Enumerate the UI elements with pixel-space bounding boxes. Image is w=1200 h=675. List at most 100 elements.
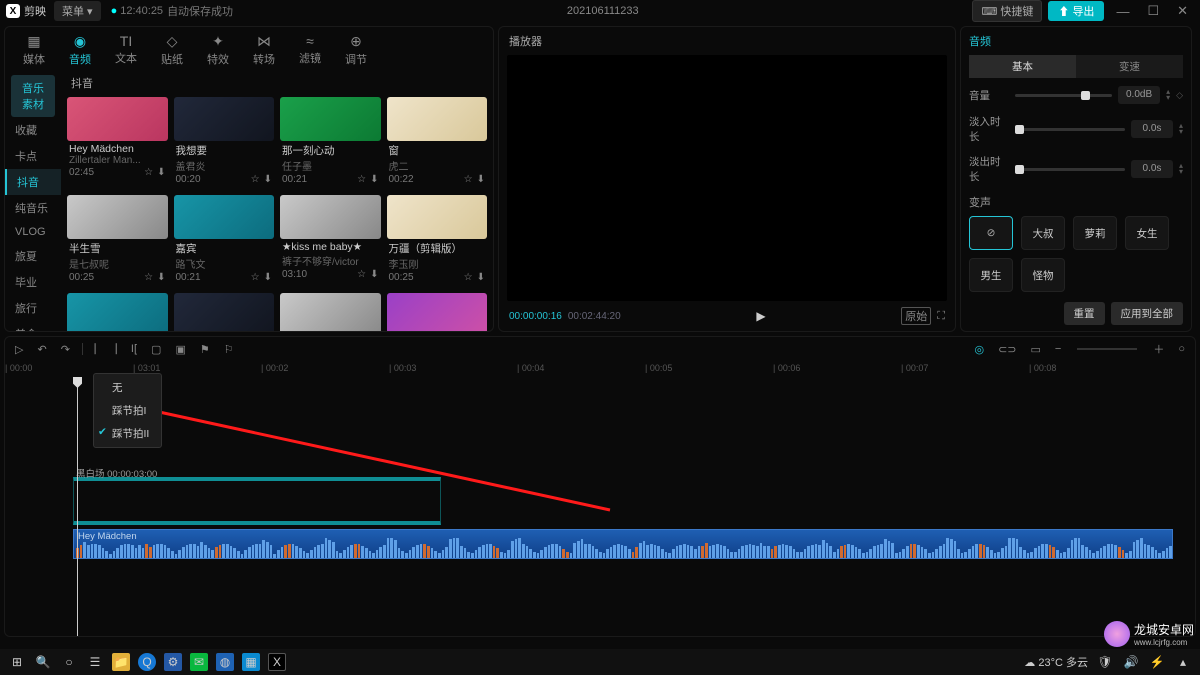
sidebar-item-2[interactable]: 卡点 xyxy=(5,143,61,169)
thumb[interactable] xyxy=(280,97,381,141)
weather-widget[interactable]: ☁ 23°C 多云 xyxy=(1024,654,1088,670)
windows-taskbar[interactable]: ⊞ 🔍 ○ ☰ 📁 Q ⚙ ✉ ◍ ▦ X ☁ 23°C 多云 🛡 🔊 ⚡ ▴ xyxy=(0,649,1200,675)
thumb[interactable] xyxy=(67,293,168,331)
top-tab-0[interactable]: ▦媒体 xyxy=(15,31,53,69)
media-card[interactable]: 银河与星斗（剪...yihuik苡慧00:26☆⬇ xyxy=(67,293,168,331)
fav-icon[interactable]: ☆ xyxy=(357,269,366,280)
snap-icon[interactable]: ◎ xyxy=(972,343,986,356)
browser-icon[interactable]: Q xyxy=(138,653,156,671)
fadeout-slider[interactable] xyxy=(1015,168,1125,171)
media-card[interactable]: 那一刻心动任子墨00:21☆⬇ xyxy=(280,97,381,189)
fav-icon[interactable]: ☆ xyxy=(464,174,473,185)
download-icon[interactable]: ⬇ xyxy=(157,167,165,178)
fadein-stepper[interactable]: ▴▾ xyxy=(1179,123,1183,135)
media-card[interactable]: 窗虎二00:22☆⬇ xyxy=(387,97,488,189)
download-icon[interactable]: ⬇ xyxy=(264,174,272,185)
explorer-icon[interactable]: 📁 xyxy=(112,653,130,671)
sidebar-item-7[interactable]: 毕业 xyxy=(5,269,61,295)
top-tab-3[interactable]: ◇贴纸 xyxy=(153,31,191,69)
thumb[interactable] xyxy=(387,97,488,141)
preview-icon[interactable]: ▭ xyxy=(1029,343,1043,356)
undo-icon[interactable]: ↶ xyxy=(35,343,48,356)
sidebar-item-1[interactable]: 收藏 xyxy=(5,117,61,143)
fadein-slider[interactable] xyxy=(1015,128,1125,131)
voice-chip-1[interactable]: 大叔 xyxy=(1021,216,1065,250)
audio-track[interactable]: Hey Mädchen xyxy=(73,529,1195,559)
close-button[interactable]: ✕ xyxy=(1171,3,1194,19)
timeline-tracks[interactable]: ◉ 无 踩节拍I 踩节拍II 黑白场 00:00:03:00 Hey Mädch… xyxy=(5,365,1195,636)
jianying-icon[interactable]: X xyxy=(268,653,286,671)
top-tab-4[interactable]: ✦特效 xyxy=(199,31,237,69)
volume-keyframe[interactable]: ◇ xyxy=(1176,90,1183,101)
wechat-icon[interactable]: ✉ xyxy=(190,653,208,671)
download-icon[interactable]: ⬇ xyxy=(370,174,378,185)
download-icon[interactable]: ⬇ xyxy=(370,269,378,280)
zoom-slider[interactable] xyxy=(1077,348,1137,350)
voice-chip-0[interactable]: ⊘ xyxy=(969,216,1013,250)
sidebar-item-3[interactable]: 抖音 xyxy=(5,169,61,195)
top-tab-1[interactable]: ◉音频 xyxy=(61,31,99,69)
marker-icon[interactable]: ⚑ xyxy=(198,343,212,356)
playhead[interactable] xyxy=(77,383,78,636)
download-icon[interactable]: ⬇ xyxy=(477,272,485,283)
tray-more-icon[interactable]: ▴ xyxy=(1174,653,1192,671)
top-tab-6[interactable]: ≈滤镜 xyxy=(291,31,329,69)
fadein-value[interactable]: 0.0s xyxy=(1131,120,1173,138)
thumb[interactable] xyxy=(280,195,381,239)
fadeout-stepper[interactable]: ▴▾ xyxy=(1179,163,1183,175)
sidebar-item-0[interactable]: 音乐素材 xyxy=(11,75,55,117)
app1-icon[interactable]: ⚙ xyxy=(164,653,182,671)
maximize-button[interactable]: ☐ xyxy=(1141,3,1165,19)
menu-dropdown[interactable]: 菜单 ▾ xyxy=(54,1,101,21)
fav-icon[interactable]: ☆ xyxy=(251,272,260,283)
taskview-icon[interactable]: ☰ xyxy=(86,653,104,671)
ctx-none[interactable]: 无 xyxy=(94,376,161,399)
media-card[interactable]: 半生雪是七叔呢00:25☆⬇ xyxy=(67,195,168,287)
search-icon[interactable]: 🔍 xyxy=(34,653,52,671)
link-icon[interactable]: ⊂⊃ xyxy=(996,343,1018,356)
thumb[interactable] xyxy=(174,97,275,141)
tab-speed[interactable]: 变速 xyxy=(1076,55,1183,78)
audio-clip[interactable]: Hey Mädchen xyxy=(73,529,1173,559)
ctx-beat2[interactable]: 踩节拍II xyxy=(94,422,161,445)
volume-stepper[interactable]: ▴▾ xyxy=(1166,89,1170,101)
crop-icon[interactable]: ▣ xyxy=(173,343,187,356)
tray-volume-icon[interactable]: ⚡ xyxy=(1148,653,1166,671)
cut-icon[interactable]: I[ xyxy=(129,343,139,355)
minimize-button[interactable]: — xyxy=(1110,4,1135,19)
top-tab-2[interactable]: TI文本 xyxy=(107,31,145,69)
play-button[interactable]: ▶ xyxy=(627,309,896,323)
preview-video[interactable] xyxy=(507,55,947,301)
download-icon[interactable]: ⬇ xyxy=(264,272,272,283)
delete-icon[interactable]: ▢ xyxy=(149,343,163,356)
fav-icon[interactable]: ☆ xyxy=(144,167,153,178)
download-icon[interactable]: ⬇ xyxy=(477,174,485,185)
sidebar-item-5[interactable]: VLOG xyxy=(5,221,61,243)
sidebar-item-8[interactable]: 旅行 xyxy=(5,295,61,321)
sidebar-item-4[interactable]: 纯音乐 xyxy=(5,195,61,221)
tray-network-icon[interactable]: 🔊 xyxy=(1122,653,1140,671)
thumb[interactable] xyxy=(174,293,275,331)
thumb[interactable] xyxy=(67,195,168,239)
top-tab-5[interactable]: ⋈转场 xyxy=(245,31,283,69)
fadeout-value[interactable]: 0.0s xyxy=(1131,160,1173,178)
voice-chip-5[interactable]: 怪物 xyxy=(1021,258,1065,292)
fav-icon[interactable]: ☆ xyxy=(464,272,473,283)
fullscreen-button[interactable]: ⛶ xyxy=(937,310,945,323)
sidebar-item-9[interactable]: 美食 xyxy=(5,321,61,331)
fav-icon[interactable]: ☆ xyxy=(251,174,260,185)
thumb[interactable] xyxy=(387,293,488,331)
shortcut-button[interactable]: ⌨ 快捷键 xyxy=(972,0,1042,22)
ctx-beat1[interactable]: 踩节拍I xyxy=(94,399,161,422)
context-menu[interactable]: 无 踩节拍I 踩节拍II xyxy=(93,373,162,448)
media-card[interactable]: S.O.S. - Herz in...3mal100:21☆⬇ xyxy=(280,293,381,331)
select-tool-icon[interactable]: ▷ xyxy=(13,343,25,356)
volume-value[interactable]: 0.0dB xyxy=(1118,86,1160,104)
ratio-button[interactable]: 原始 xyxy=(901,307,931,325)
zoom-fit-icon[interactable]: ○ xyxy=(1176,343,1187,355)
voice-chip-3[interactable]: 女生 xyxy=(1125,216,1169,250)
media-card[interactable]: 万疆（剪辑版）李玉刚00:25☆⬇ xyxy=(387,195,488,287)
apply-all-button[interactable]: 应用到全部 xyxy=(1111,302,1184,325)
media-card[interactable]: 吉他初恋刘大壮00:34☆⬇ xyxy=(387,293,488,331)
redo-icon[interactable]: ↷ xyxy=(59,343,72,356)
